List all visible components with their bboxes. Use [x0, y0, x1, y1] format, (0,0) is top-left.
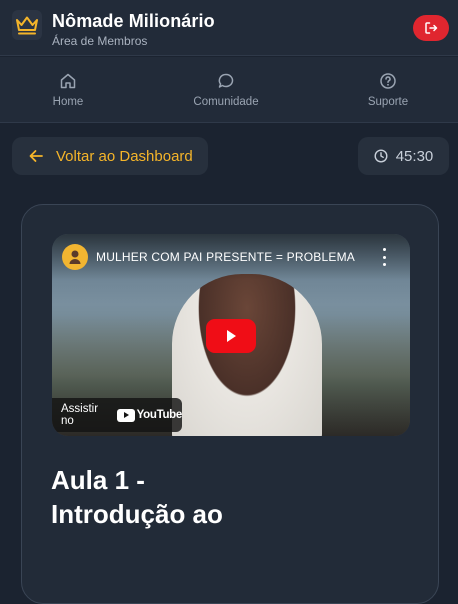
nav-item-home[interactable]: Home — [28, 57, 108, 123]
youtube-wordmark: YouTube — [136, 409, 183, 421]
app-title: Nômade Milionário — [52, 11, 215, 31]
youtube-logo: YouTube — [116, 408, 183, 422]
nav-item-support[interactable]: Suporte — [348, 57, 428, 123]
home-icon — [60, 73, 76, 89]
app-header: Nômade Milionário Área de Membros — [0, 0, 458, 56]
play-button[interactable] — [206, 319, 256, 353]
nav-item-label: Comunidade — [193, 96, 259, 108]
chat-bubble-icon — [218, 73, 234, 88]
timer-value: 45:30 — [395, 147, 434, 165]
arrow-left-icon — [29, 150, 43, 162]
video-thumbnail-person — [172, 274, 322, 436]
nav-item-community[interactable]: Comunidade — [176, 57, 276, 123]
video-player[interactable]: MULHER COM PAI PRESENTE = PROBLEMA Assis… — [52, 234, 410, 436]
watch-on-youtube-button[interactable]: Assistir no YouTube — [52, 398, 182, 432]
video-menu-icon[interactable] — [378, 248, 390, 266]
youtube-play-icon — [116, 408, 135, 422]
logout-button[interactable] — [413, 15, 449, 41]
help-circle-icon — [380, 73, 396, 89]
nav-item-label: Suporte — [367, 96, 409, 108]
lesson-card: MULHER COM PAI PRESENTE = PROBLEMA Assis… — [21, 204, 439, 604]
nav-item-label: Home — [52, 96, 84, 108]
logout-icon — [425, 22, 438, 34]
crown-icon — [12, 10, 42, 40]
video-title[interactable]: MULHER COM PAI PRESENTE = PROBLEMA — [96, 250, 355, 264]
back-button-label: Voltar ao Dashboard — [56, 147, 193, 165]
play-icon — [227, 330, 236, 342]
back-to-dashboard-button[interactable]: Voltar ao Dashboard — [12, 137, 208, 175]
lesson-title: Aula 1 - Introdução ao — [51, 465, 223, 529]
app-subtitle: Área de Membros — [52, 34, 148, 48]
lesson-timer: 45:30 — [358, 137, 449, 175]
watch-on-label: Assistir no — [61, 403, 99, 427]
channel-avatar[interactable] — [62, 244, 88, 270]
main-nav: Home Comunidade Suporte — [0, 57, 458, 123]
clock-icon — [374, 149, 388, 163]
